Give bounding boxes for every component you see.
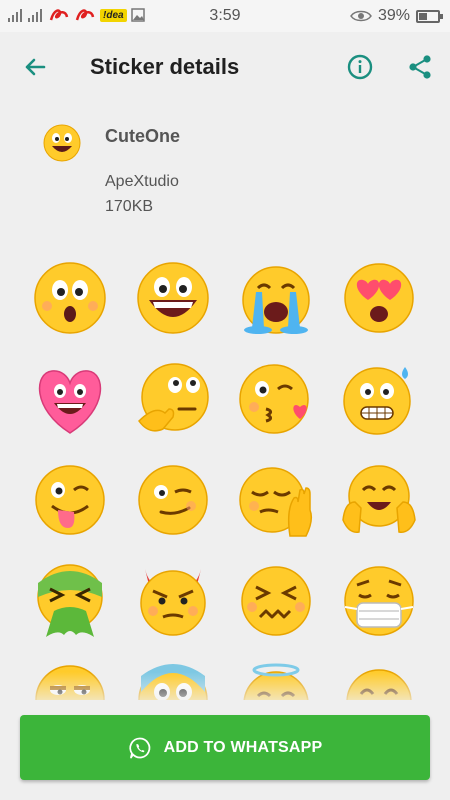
- eye-icon: [350, 10, 372, 22]
- add-to-whatsapp-button[interactable]: ADD TO WHATSAPP: [20, 715, 430, 780]
- add-to-whatsapp-label: ADD TO WHATSAPP: [163, 738, 323, 756]
- sticker-winking-tongue-face[interactable]: [32, 462, 108, 538]
- sticker-heart-eyes-face[interactable]: [341, 260, 417, 336]
- battery-icon: [416, 9, 443, 23]
- sticker-grimacing-face[interactable]: [341, 361, 417, 437]
- sticker-vomiting-face[interactable]: [32, 563, 108, 639]
- pack-name: CuteOne: [105, 126, 181, 146]
- sticker-big-grin-face[interactable]: [135, 260, 211, 336]
- sticker-mask-face[interactable]: [341, 563, 417, 639]
- sticker-devil-face[interactable]: [135, 563, 211, 639]
- whatsapp-icon: [128, 737, 150, 758]
- sticker-kissing-wink-face[interactable]: [238, 361, 314, 437]
- sticker-tired-hand-face[interactable]: [238, 462, 314, 538]
- battery-percent: 39%: [377, 7, 410, 24]
- info-icon[interactable]: [345, 52, 375, 82]
- pack-size: 170KB: [105, 198, 154, 215]
- sticker-surprised-face[interactable]: [32, 260, 108, 336]
- pack-author: ApeXtudio: [105, 173, 179, 190]
- sticker-thinking-face[interactable]: [135, 361, 211, 437]
- pack-tray-icon: [43, 124, 81, 162]
- pack-info: CuteOne ApeXtudio 170KB: [0, 118, 450, 238]
- status-right: 39%: [350, 7, 443, 25]
- app-bar: Sticker details: [0, 32, 450, 102]
- page-title: Sticker details: [90, 54, 240, 79]
- sticker-grid: [0, 258, 450, 700]
- sticker-hugging-face[interactable]: [341, 462, 417, 538]
- status-bar: !dea 3:59 39%: [0, 0, 450, 32]
- sticker-smirking-wink-face[interactable]: [135, 462, 211, 538]
- arrow-left-icon[interactable]: [20, 52, 50, 82]
- sticker-laughing-heart[interactable]: [32, 361, 108, 437]
- share-icon[interactable]: [405, 52, 435, 82]
- sticker-dizzy-face[interactable]: [238, 563, 314, 639]
- sticker-loudly-crying-face[interactable]: [238, 260, 314, 336]
- scroll-fade: [0, 672, 450, 712]
